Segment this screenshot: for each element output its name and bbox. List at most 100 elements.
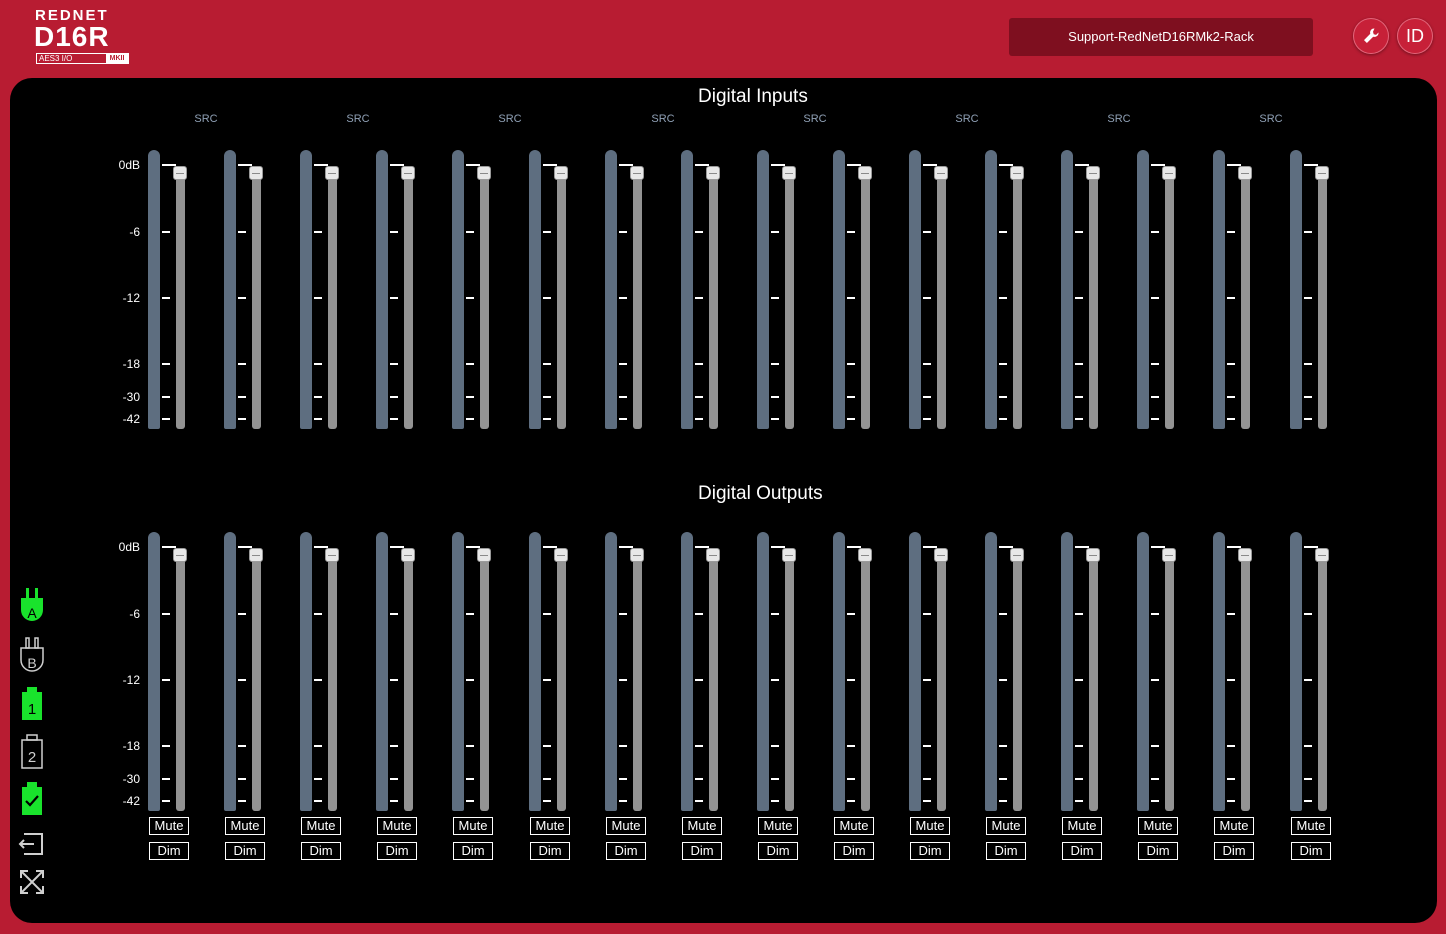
fader-track[interactable] [1165,556,1174,811]
fader-track[interactable] [1318,174,1327,429]
dim-button[interactable]: Dim [1214,842,1254,860]
fader-knob[interactable] [630,166,644,180]
fader-track[interactable] [557,556,566,811]
fader-track[interactable] [1013,556,1022,811]
fader-knob[interactable] [706,548,720,562]
fader-track[interactable] [252,556,261,811]
fader-knob[interactable] [706,166,720,180]
fader-knob[interactable] [554,548,568,562]
fader-track[interactable] [557,174,566,429]
fader-knob[interactable] [173,548,187,562]
mute-button[interactable]: Mute [910,817,950,835]
fader-track[interactable] [404,556,413,811]
mute-button[interactable]: Mute [986,817,1026,835]
tools-button[interactable] [1353,18,1389,54]
fader-track[interactable] [1089,174,1098,429]
fader-track[interactable] [861,174,870,429]
fader-knob[interactable] [1010,548,1024,562]
dim-button[interactable]: Dim [834,842,874,860]
mute-button[interactable]: Mute [301,817,341,835]
fader-knob[interactable] [782,548,796,562]
mute-button[interactable]: Mute [225,817,265,835]
fader-track[interactable] [785,556,794,811]
fader-knob[interactable] [477,548,491,562]
fader-track[interactable] [1013,174,1022,429]
mute-button[interactable]: Mute [453,817,493,835]
fader-knob[interactable] [630,548,644,562]
mute-button[interactable]: Mute [758,817,798,835]
fader-knob[interactable] [325,166,339,180]
fader-knob[interactable] [1238,548,1252,562]
fader-track[interactable] [937,174,946,429]
fader-track[interactable] [328,174,337,429]
dim-button[interactable]: Dim [682,842,722,860]
dim-button[interactable]: Dim [1138,842,1178,860]
fader-knob[interactable] [782,166,796,180]
fader-track[interactable] [1318,556,1327,811]
fader-track[interactable] [1241,556,1250,811]
dim-button[interactable]: Dim [986,842,1026,860]
fader-track[interactable] [709,556,718,811]
mute-button[interactable]: Mute [1291,817,1331,835]
fader-knob[interactable] [1315,166,1329,180]
fader-knob[interactable] [1162,548,1176,562]
dim-button[interactable]: Dim [301,842,341,860]
fader-track[interactable] [785,174,794,429]
mute-button[interactable]: Mute [530,817,570,835]
fader-track[interactable] [861,556,870,811]
dim-button[interactable]: Dim [606,842,646,860]
mute-button[interactable]: Mute [1062,817,1102,835]
network-a-plug-icon[interactable]: A [18,586,46,626]
network-b-plug-icon[interactable]: B [18,636,46,676]
mute-button[interactable]: Mute [834,817,874,835]
fader-track[interactable] [404,174,413,429]
fader-knob[interactable] [249,166,263,180]
mute-button[interactable]: Mute [377,817,417,835]
fader-knob[interactable] [249,548,263,562]
fader-knob[interactable] [1162,166,1176,180]
fader-knob[interactable] [401,548,415,562]
fader-knob[interactable] [934,548,948,562]
fader-track[interactable] [480,174,489,429]
fader-knob[interactable] [401,166,415,180]
fader-knob[interactable] [1086,166,1100,180]
fader-track[interactable] [176,556,185,811]
exit-icon[interactable] [18,830,46,858]
fader-knob[interactable] [934,166,948,180]
fader-track[interactable] [176,174,185,429]
dim-button[interactable]: Dim [758,842,798,860]
dim-button[interactable]: Dim [225,842,265,860]
fader-knob[interactable] [858,166,872,180]
fader-knob[interactable] [1086,548,1100,562]
fader-knob[interactable] [1315,548,1329,562]
identify-button[interactable]: ID [1397,18,1433,54]
fader-track[interactable] [480,556,489,811]
dim-button[interactable]: Dim [149,842,189,860]
fader-knob[interactable] [173,166,187,180]
fader-knob[interactable] [325,548,339,562]
fader-track[interactable] [1089,556,1098,811]
dim-button[interactable]: Dim [377,842,417,860]
fader-track[interactable] [709,174,718,429]
fader-knob[interactable] [858,548,872,562]
fader-track[interactable] [633,174,642,429]
dim-button[interactable]: Dim [530,842,570,860]
dim-button[interactable]: Dim [1062,842,1102,860]
fader-knob[interactable] [554,166,568,180]
mute-button[interactable]: Mute [1214,817,1254,835]
fader-track[interactable] [937,556,946,811]
mute-button[interactable]: Mute [1138,817,1178,835]
fader-track[interactable] [1165,174,1174,429]
fader-track[interactable] [328,556,337,811]
fader-track[interactable] [1241,174,1250,429]
fader-knob[interactable] [477,166,491,180]
mute-button[interactable]: Mute [682,817,722,835]
device-name-field[interactable]: Support-RedNetD16RMk2-Rack [1009,18,1313,56]
dim-button[interactable]: Dim [910,842,950,860]
fader-knob[interactable] [1010,166,1024,180]
expand-icon[interactable] [18,868,46,896]
fader-track[interactable] [633,556,642,811]
mute-button[interactable]: Mute [606,817,646,835]
fader-knob[interactable] [1238,166,1252,180]
dim-button[interactable]: Dim [453,842,493,860]
